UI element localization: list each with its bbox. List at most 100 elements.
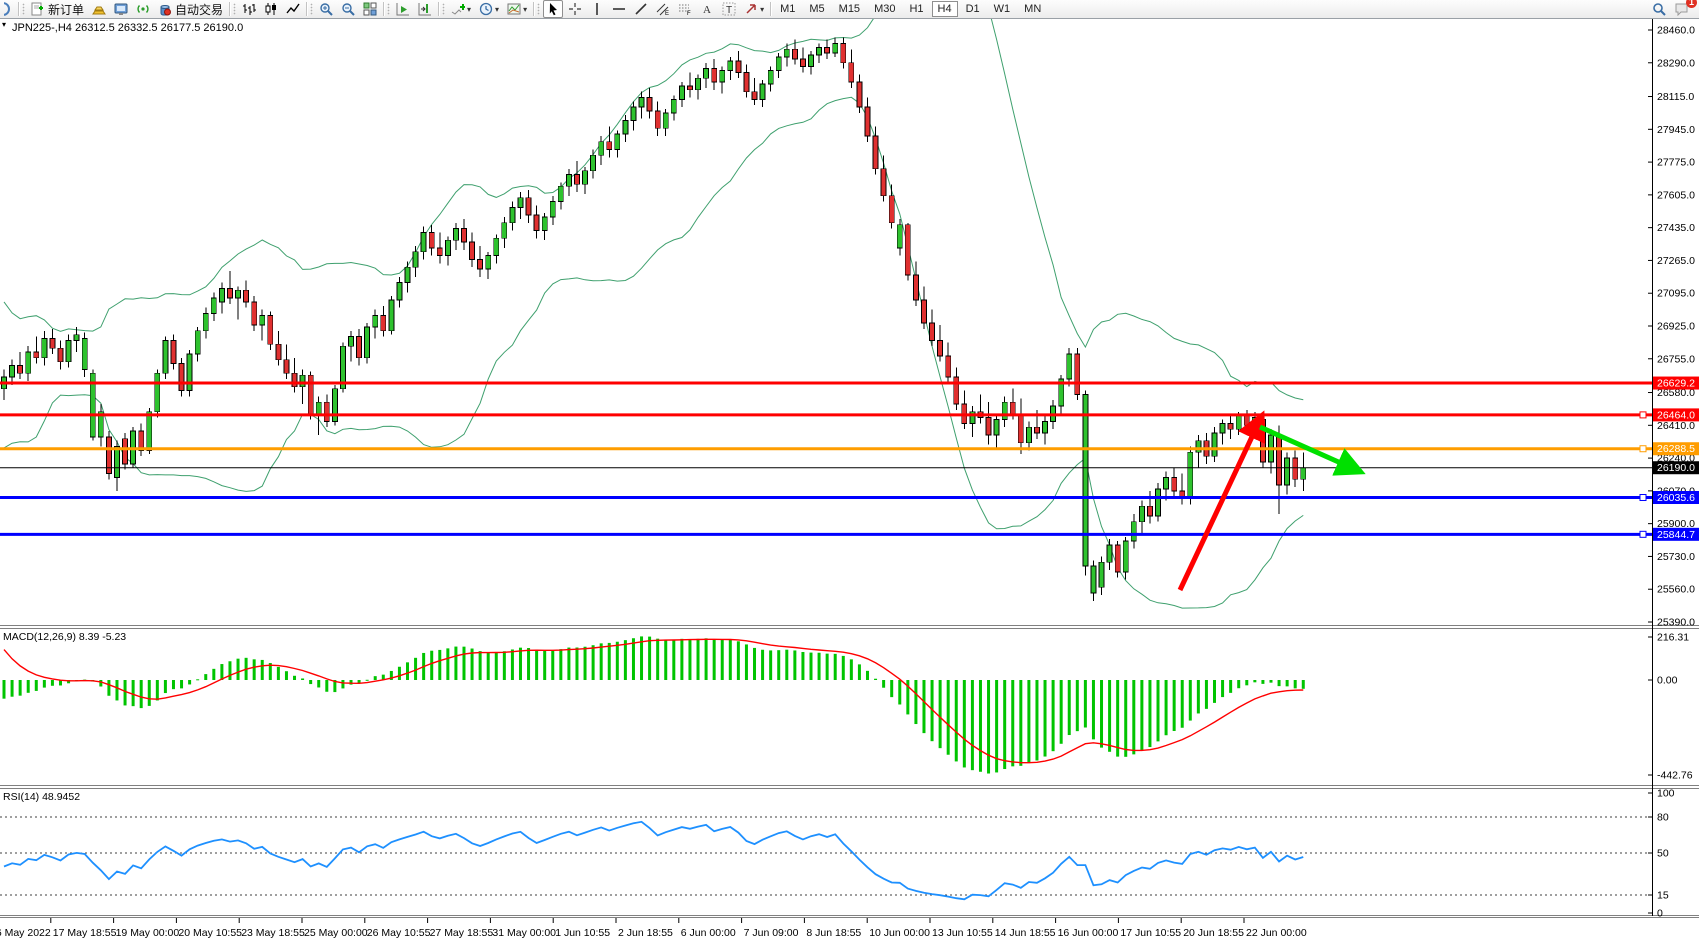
chat-button[interactable]: 1 xyxy=(1671,0,1692,18)
macd-bar xyxy=(301,678,304,680)
macd-bar xyxy=(987,680,990,774)
toolbar-separator xyxy=(770,2,771,16)
macd-bar xyxy=(584,647,587,680)
terminal-button[interactable] xyxy=(111,0,131,18)
line-handle[interactable] xyxy=(1640,495,1646,501)
macd-bar xyxy=(43,680,46,688)
tile-windows-button[interactable] xyxy=(360,0,380,18)
label-button[interactable]: T xyxy=(719,0,739,18)
candle xyxy=(1034,427,1039,433)
candle xyxy=(679,86,684,99)
search-button[interactable] xyxy=(1649,0,1669,18)
autotrade-button[interactable]: 自动交易 xyxy=(155,0,226,18)
macd-bar xyxy=(438,650,441,680)
macd-bar xyxy=(1100,680,1103,748)
timeframe-d1[interactable]: D1 xyxy=(960,1,986,17)
macd-bar xyxy=(341,680,344,688)
macd-bar xyxy=(446,648,449,680)
level-price-label: 26464.0 xyxy=(1657,409,1695,421)
macd-bar xyxy=(430,651,433,680)
chevron-down-icon[interactable]: ▾ xyxy=(523,5,527,14)
zoom-out-button[interactable] xyxy=(338,0,358,18)
text-button[interactable]: A xyxy=(697,0,717,18)
periods-button[interactable]: ▾ xyxy=(476,0,502,18)
crosshair-button[interactable] xyxy=(565,0,585,18)
auto-scroll-button[interactable] xyxy=(393,0,413,18)
line-handle[interactable] xyxy=(1640,446,1646,452)
candlestick-button[interactable] xyxy=(261,0,281,18)
timeframe-group: M1M5M15M30H1H4D1W1MN xyxy=(773,0,1048,18)
gold-button[interactable] xyxy=(89,0,109,18)
candle xyxy=(413,252,418,267)
macd-bar xyxy=(1084,680,1087,728)
fibonacci-button[interactable]: F xyxy=(675,0,695,18)
horizontal-line-button[interactable] xyxy=(609,0,629,18)
candle xyxy=(599,142,604,155)
candle xyxy=(591,155,596,170)
macd-bar xyxy=(1173,680,1176,731)
macd-bar xyxy=(656,639,659,680)
level-price-label: 26629.2 xyxy=(1657,378,1695,390)
signal-button[interactable] xyxy=(133,0,153,18)
timeframe-h1[interactable]: H1 xyxy=(903,1,929,17)
macd-bar xyxy=(1124,680,1127,757)
label-icon: T xyxy=(722,2,736,16)
candle xyxy=(865,107,870,136)
chart-canvas[interactable]: 28460.028290.028115.027945.027775.027605… xyxy=(0,0,1699,943)
candle xyxy=(308,375,313,414)
zoom-in-button[interactable] xyxy=(316,0,336,18)
line-handle[interactable] xyxy=(1640,412,1646,418)
price-tick-label: 27095.0 xyxy=(1657,288,1695,300)
macd-bar xyxy=(834,654,837,680)
arrows-button[interactable]: ▾ xyxy=(741,0,767,18)
cursor-button[interactable] xyxy=(543,0,563,18)
candle xyxy=(66,340,71,361)
time-tick-label: 31 May 00:00 xyxy=(492,927,556,939)
periods-icon xyxy=(479,2,493,16)
indicators-button[interactable]: ▾ xyxy=(448,0,474,18)
macd-bar xyxy=(261,660,264,680)
toolbar-grip xyxy=(442,3,445,15)
macd-bar xyxy=(818,653,821,680)
chevron-down-icon[interactable]: ▾ xyxy=(467,5,471,14)
candle xyxy=(187,354,192,391)
line-chart-button[interactable] xyxy=(283,0,303,18)
clipped-icon[interactable] xyxy=(1,0,15,18)
timeframe-h4[interactable]: H4 xyxy=(932,1,958,17)
macd-bar xyxy=(737,641,740,680)
toolbar-grip xyxy=(310,3,313,15)
timeframe-m5[interactable]: M5 xyxy=(803,1,830,17)
timeframe-mn[interactable]: MN xyxy=(1018,1,1047,17)
trendline-button[interactable] xyxy=(631,0,651,18)
timeframe-w1[interactable]: W1 xyxy=(988,1,1017,17)
chart-info-arrow-icon[interactable]: ▾ xyxy=(2,20,6,29)
chevron-down-icon[interactable]: ▾ xyxy=(760,5,764,14)
vertical-line-button[interactable] xyxy=(587,0,607,18)
chevron-down-icon[interactable]: ▾ xyxy=(495,5,499,14)
channel-button[interactable]: E xyxy=(653,0,673,18)
timeframe-m30[interactable]: M30 xyxy=(868,1,901,17)
candle xyxy=(445,240,450,255)
candle xyxy=(486,256,491,269)
macd-bar xyxy=(1237,680,1240,688)
timeframe-m15[interactable]: M15 xyxy=(833,1,866,17)
time-tick-label: 17 Jun 10:55 xyxy=(1120,927,1181,939)
line-handle[interactable] xyxy=(1640,531,1646,537)
candle xyxy=(1115,545,1120,572)
macd-bar xyxy=(785,650,788,680)
new-order-button[interactable]: 新订单 xyxy=(28,0,87,18)
macd-tick-label: -442.76 xyxy=(1657,770,1693,782)
macd-bar xyxy=(1229,680,1232,693)
timeframe-m1[interactable]: M1 xyxy=(774,1,801,17)
text-icon: A xyxy=(700,2,714,16)
macd-bar xyxy=(1052,680,1055,751)
candle xyxy=(913,275,918,300)
toolbar-group xyxy=(392,0,436,18)
time-tick-label: 13 Jun 10:55 xyxy=(932,927,993,939)
templates-button[interactable]: ▾ xyxy=(504,0,530,18)
macd-bar xyxy=(810,653,813,680)
bar-chart-button[interactable] xyxy=(239,0,259,18)
candle xyxy=(276,344,281,359)
level-price-label: 26035.6 xyxy=(1657,492,1695,504)
chart-shift-button[interactable] xyxy=(415,0,435,18)
